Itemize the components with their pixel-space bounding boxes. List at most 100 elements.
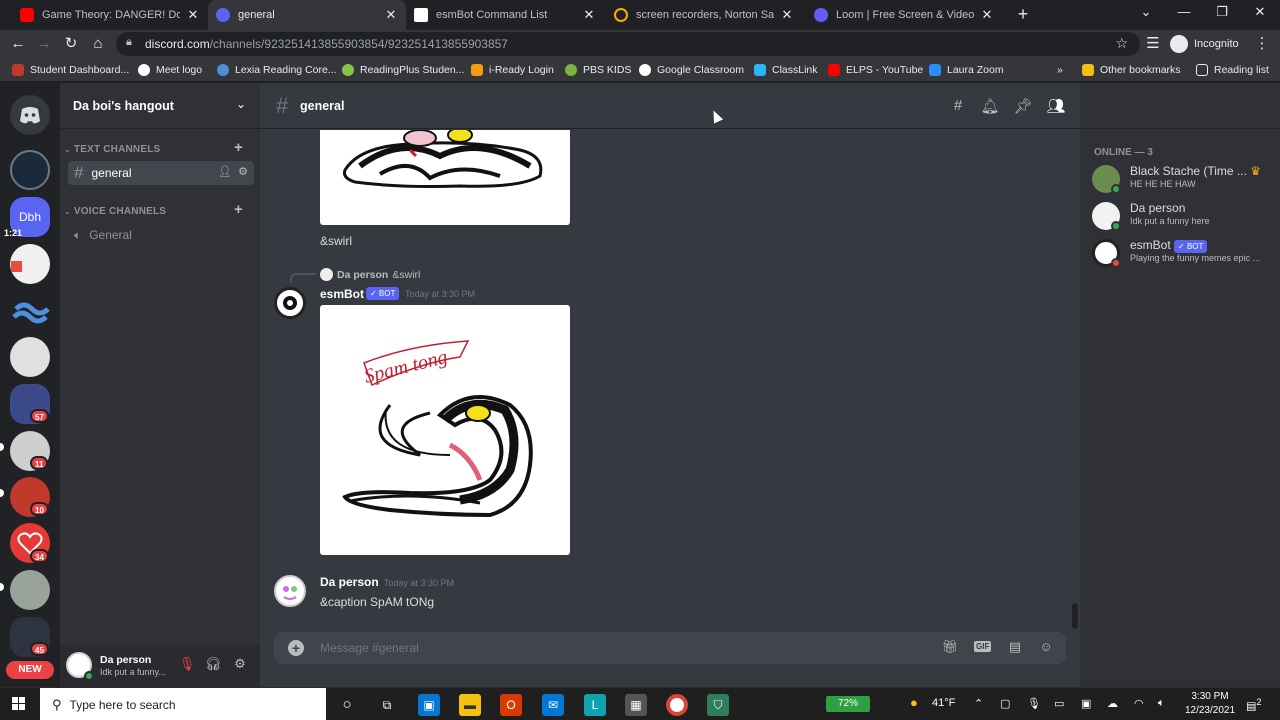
member-item[interactable]: esmBot ✓ BOT Playing the funny memes epi… xyxy=(1092,237,1272,271)
chrome-icon[interactable] xyxy=(666,694,688,716)
wifi-icon[interactable]: ◠ xyxy=(1134,697,1144,710)
bell-icon[interactable]: 🔔︎ xyxy=(980,97,1000,115)
incognito-indicator[interactable]: Incognito xyxy=(1170,34,1239,54)
reload-button[interactable]: ↻ xyxy=(61,34,81,54)
avatar[interactable] xyxy=(274,287,306,319)
new-tab-button[interactable]: + xyxy=(1013,4,1033,25)
microphone-icon[interactable]: 🎙︎ xyxy=(1027,697,1041,710)
attachment-image[interactable]: Spam tong xyxy=(320,305,570,555)
windows-start-icon[interactable] xyxy=(12,697,26,711)
tab-esmbot[interactable]: esmBot Command List ✕ xyxy=(406,0,604,30)
reading-list[interactable]: Reading list xyxy=(1196,62,1269,78)
star-icon[interactable]: ☆ xyxy=(1115,35,1128,52)
close-icon[interactable]: ✕ xyxy=(186,7,200,23)
display-icon[interactable]: ▣ xyxy=(1081,697,1091,710)
server-camera-icon[interactable] xyxy=(10,337,50,377)
scrollbar[interactable] xyxy=(1072,603,1078,629)
gif-button[interactable]: GIF xyxy=(974,641,992,652)
bookmark-classlink[interactable]: ClassLink xyxy=(754,62,818,78)
gear-icon[interactable]: ⚙︎ xyxy=(231,656,249,672)
close-window-button[interactable]: ✕ xyxy=(1250,4,1270,20)
bookmark-elps-youtube[interactable]: ELPS - YouTube xyxy=(828,62,923,78)
emoji-icon[interactable]: ☺ xyxy=(1036,639,1056,654)
bookmark-iready[interactable]: i-Ready Login xyxy=(471,62,554,78)
bookmarks-overflow[interactable]: » xyxy=(1057,62,1063,78)
tab-game-theory[interactable]: Game Theory: DANGER! Don't Pl ✕ xyxy=(12,0,208,30)
server-photo-icon[interactable] xyxy=(10,570,50,610)
other-bookmarks[interactable]: Other bookmarks xyxy=(1082,62,1181,78)
pin-icon[interactable]: 📌︎ xyxy=(1013,97,1033,115)
forward-button[interactable]: → xyxy=(34,34,54,54)
chevron-up-icon[interactable]: ⌃ xyxy=(974,697,983,710)
server-wave-icon[interactable] xyxy=(10,291,50,331)
battery-indicator[interactable]: 72% xyxy=(826,696,870,712)
store-icon[interactable]: ▣ xyxy=(418,694,440,716)
reading-mode-icon[interactable]: ☰ xyxy=(1143,34,1163,54)
new-servers-pill[interactable]: NEW xyxy=(6,661,54,679)
maximize-button[interactable]: ❐ xyxy=(1212,4,1232,20)
bookmark-meet-logo[interactable]: Meet logo xyxy=(138,62,202,78)
discord-home-icon[interactable] xyxy=(10,95,50,135)
volume-icon[interactable]: 🔈︎ xyxy=(1158,697,1165,710)
guild-header[interactable]: Da boi's hangout ⌄ xyxy=(60,83,260,129)
minimize-button[interactable]: — xyxy=(1174,4,1194,19)
bookmark-pbs-kids[interactable]: PBS KIDS xyxy=(565,62,631,78)
close-icon[interactable]: ✕ xyxy=(384,7,398,23)
tab-search-icon[interactable]: ⌄ xyxy=(1136,4,1156,20)
add-channel-button[interactable]: + xyxy=(234,139,243,156)
message-composer[interactable]: + Message #general 🎁︎ GIF ▤ ☺ xyxy=(274,632,1066,664)
reply-preview[interactable]: Da person &swirl xyxy=(320,268,420,281)
close-icon[interactable]: ✕ xyxy=(980,7,994,23)
mute-mic-icon[interactable]: 🎙︎ xyxy=(178,656,196,672)
battery-icon[interactable]: ▭ xyxy=(1054,697,1064,710)
tab-norton[interactable]: screen recorders, Norton Safe Se ✕ xyxy=(606,0,802,30)
close-icon[interactable]: ✕ xyxy=(582,7,596,23)
taskbar-search[interactable]: ⚲ Type here to search xyxy=(40,688,326,720)
bookmark-student-dashboard[interactable]: Student Dashboard... xyxy=(12,62,129,78)
home-button[interactable]: ⌂ xyxy=(88,34,108,54)
message-input[interactable]: Message #general xyxy=(320,641,419,655)
upload-button[interactable]: + xyxy=(288,640,304,656)
bookmark-lexia[interactable]: Lexia Reading Core... xyxy=(217,62,337,78)
address-bar[interactable]: 🔒︎ discord.com/channels/9232514138559038… xyxy=(116,32,1140,56)
menu-icon[interactable]: ⋮ xyxy=(1252,34,1272,54)
attachment-image[interactable] xyxy=(320,130,570,225)
clock[interactable]: 3:30 PM 12/23/2021 xyxy=(1180,690,1240,718)
office-icon[interactable]: O xyxy=(500,694,522,716)
invite-icon[interactable]: 👤︎ xyxy=(218,166,232,178)
calculator-icon[interactable]: ▦ xyxy=(625,694,647,716)
threads-icon[interactable]: #︎ xyxy=(948,97,968,114)
add-channel-button[interactable]: + xyxy=(234,201,243,218)
headphones-icon[interactable]: 🎧︎ xyxy=(204,656,222,672)
bookmark-laura-zoom[interactable]: Laura Zoom xyxy=(929,62,1004,78)
server-skull-icon[interactable] xyxy=(10,150,50,190)
file-explorer-icon[interactable]: ▬ xyxy=(459,694,481,716)
back-button[interactable]: ← xyxy=(8,34,28,54)
cortana-icon[interactable]: ○ xyxy=(336,694,358,716)
tab-loom[interactable]: Loom | Free Screen & Video Rec ✕ xyxy=(806,0,1002,30)
tray-app-icon[interactable]: ▢ xyxy=(1000,697,1010,710)
voice-channel-general[interactable]: 🔈︎ General xyxy=(68,223,254,247)
category-text-channels[interactable]: ⌄ TEXT CHANNELS + xyxy=(64,139,243,156)
task-view-icon[interactable]: ⧉ xyxy=(376,694,398,716)
gear-icon[interactable]: ⚙︎ xyxy=(238,166,248,178)
category-voice-channels[interactable]: ⌄ VOICE CHANNELS + xyxy=(64,201,243,218)
notification-icon[interactable]: ▤2 xyxy=(1246,697,1262,713)
cloud-icon[interactable]: ☁︎ xyxy=(1107,697,1118,710)
avatar[interactable] xyxy=(274,575,306,607)
mail-icon[interactable]: ✉ xyxy=(542,694,564,716)
bookmark-readingplus[interactable]: ReadingPlus Studen... xyxy=(342,62,465,78)
member-list-icon[interactable]: 👥︎ xyxy=(1046,97,1066,115)
tab-general[interactable]: general ✕ xyxy=(208,0,406,30)
app-shield-icon[interactable]: ⛉ xyxy=(707,694,729,716)
message-author[interactable]: esmBot xyxy=(320,287,364,301)
channel-general[interactable]: # general 👤︎ ⚙︎ xyxy=(68,161,254,185)
sticker-icon[interactable]: ▤ xyxy=(1005,639,1025,655)
member-item[interactable]: Da person Idk put a funny here xyxy=(1092,200,1272,234)
member-item[interactable]: Black Stache (Time ... ♛ HE HE HE HAW xyxy=(1092,163,1272,197)
bookmark-google-classroom[interactable]: Google Classroom xyxy=(639,62,744,78)
message-author[interactable]: Da person xyxy=(320,575,379,589)
gift-icon[interactable]: 🎁︎ xyxy=(940,639,960,655)
classlink-icon[interactable]: L xyxy=(584,694,606,716)
close-icon[interactable]: ✕ xyxy=(780,7,794,23)
